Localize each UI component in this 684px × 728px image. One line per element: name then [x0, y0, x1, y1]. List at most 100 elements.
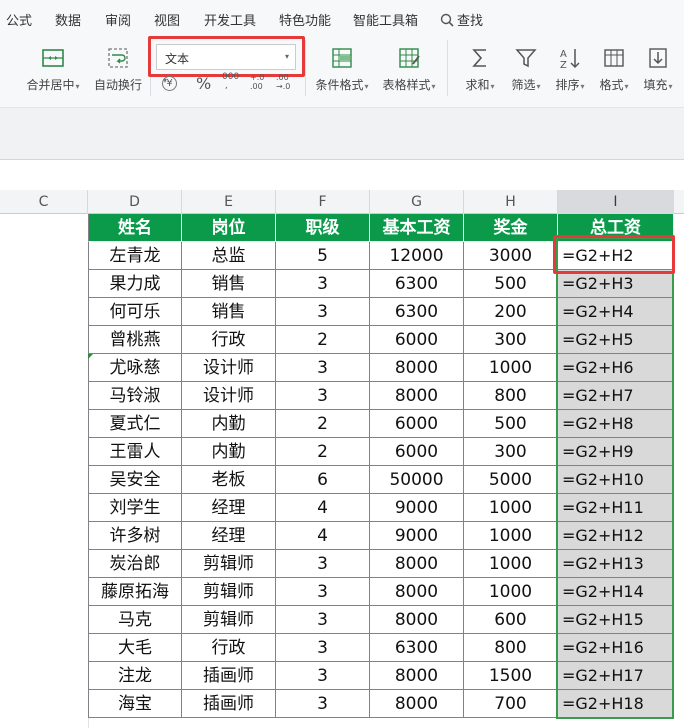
table-cell[interactable]: 4: [276, 522, 370, 550]
table-cell[interactable]: 8000: [370, 382, 464, 410]
table-cell[interactable]: 1500: [464, 662, 558, 690]
table-cell[interactable]: 海宝: [88, 690, 182, 718]
table-cell[interactable]: 马克: [88, 606, 182, 634]
formula-cell[interactable]: =G2+H9: [558, 438, 674, 466]
header-cell[interactable]: 总工资: [558, 214, 674, 242]
column-header-g[interactable]: G: [370, 190, 464, 214]
formula-cell[interactable]: =G2+H17: [558, 662, 674, 690]
header-cell[interactable]: 姓名: [88, 214, 182, 242]
table-cell[interactable]: 300: [464, 326, 558, 354]
table-cell[interactable]: 500: [464, 410, 558, 438]
table-cell[interactable]: 3: [276, 690, 370, 718]
table-cell[interactable]: 6000: [370, 326, 464, 354]
header-cell[interactable]: 职级: [276, 214, 370, 242]
formula-cell[interactable]: =G2+H7: [558, 382, 674, 410]
table-cell[interactable]: 3: [276, 550, 370, 578]
table-cell[interactable]: 插画师: [182, 662, 276, 690]
table-cell[interactable]: 8000: [370, 578, 464, 606]
table-cell[interactable]: 许多树: [88, 522, 182, 550]
formula-cell[interactable]: =G2+H3: [558, 270, 674, 298]
table-cell[interactable]: 500: [464, 270, 558, 298]
conditional-format-button[interactable]: 条件格式▾: [312, 44, 372, 93]
formula-cell[interactable]: =G2+H6: [558, 354, 674, 382]
table-cell[interactable]: 马铃淑: [88, 382, 182, 410]
table-cell[interactable]: 3: [276, 662, 370, 690]
table-cell[interactable]: 注龙: [88, 662, 182, 690]
filter-button[interactable]: 筛选▾: [506, 44, 546, 93]
table-cell[interactable]: 3: [276, 298, 370, 326]
table-cell[interactable]: 6000: [370, 410, 464, 438]
table-cell[interactable]: 3: [276, 382, 370, 410]
table-cell[interactable]: 内勤: [182, 438, 276, 466]
increase-decimal-button[interactable]: +.0 .00: [250, 73, 268, 91]
table-cell[interactable]: 8000: [370, 606, 464, 634]
table-cell[interactable]: 尤咏慈: [88, 354, 182, 382]
table-cell[interactable]: 1000: [464, 522, 558, 550]
table-cell[interactable]: 左青龙: [88, 242, 182, 270]
table-cell[interactable]: 600: [464, 606, 558, 634]
table-cell[interactable]: 2: [276, 410, 370, 438]
table-cell[interactable]: 800: [464, 634, 558, 662]
table-cell[interactable]: 5: [276, 242, 370, 270]
table-cell[interactable]: 6300: [370, 634, 464, 662]
table-cell[interactable]: 300: [464, 438, 558, 466]
header-cell[interactable]: 基本工资: [370, 214, 464, 242]
formula-cell[interactable]: =G2+H14: [558, 578, 674, 606]
table-cell[interactable]: 1000: [464, 354, 558, 382]
table-cell[interactable]: 经理: [182, 522, 276, 550]
table-cell[interactable]: 3: [276, 606, 370, 634]
table-cell[interactable]: 销售: [182, 298, 276, 326]
table-cell[interactable]: 剪辑师: [182, 550, 276, 578]
table-cell[interactable]: 6300: [370, 270, 464, 298]
wrap-text-button[interactable]: 自动换行: [90, 44, 146, 93]
menu-smart-toolbox[interactable]: 智能工具箱: [353, 10, 418, 29]
column-header-d[interactable]: D: [88, 190, 182, 214]
menu-formulas[interactable]: 公式: [6, 10, 32, 29]
menu-review[interactable]: 审阅: [105, 10, 131, 29]
merge-center-button[interactable]: 合并居中▾: [22, 44, 84, 93]
table-cell[interactable]: 8000: [370, 662, 464, 690]
table-cell[interactable]: 经理: [182, 494, 276, 522]
table-cell[interactable]: 50000: [370, 466, 464, 494]
table-cell[interactable]: 夏式仁: [88, 410, 182, 438]
formula-cell[interactable]: =G2+H5: [558, 326, 674, 354]
formula-cell[interactable]: =G2+H8: [558, 410, 674, 438]
table-cell[interactable]: 3: [276, 634, 370, 662]
table-cell[interactable]: 3000: [464, 242, 558, 270]
column-header-e[interactable]: E: [182, 190, 276, 214]
table-style-button[interactable]: 表格样式▾: [378, 44, 440, 93]
table-cell[interactable]: 5000: [464, 466, 558, 494]
table-cell[interactable]: 6000: [370, 438, 464, 466]
formula-cell[interactable]: =G2+H16: [558, 634, 674, 662]
table-cell[interactable]: 吴安全: [88, 466, 182, 494]
formula-cell[interactable]: =G2+H2: [558, 242, 674, 270]
menu-data[interactable]: 数据: [55, 10, 81, 29]
column-header-h[interactable]: H: [464, 190, 558, 214]
formula-cell[interactable]: =G2+H13: [558, 550, 674, 578]
table-cell[interactable]: 炭治郎: [88, 550, 182, 578]
table-cell[interactable]: 6300: [370, 298, 464, 326]
table-cell[interactable]: 1000: [464, 494, 558, 522]
table-cell[interactable]: 8000: [370, 550, 464, 578]
sum-button[interactable]: 求和▾: [460, 44, 500, 93]
menu-search[interactable]: 查找: [440, 10, 483, 29]
sort-button[interactable]: AZ 排序▾: [550, 44, 590, 93]
table-cell[interactable]: 1000: [464, 578, 558, 606]
table-cell[interactable]: 老板: [182, 466, 276, 494]
table-cell[interactable]: 2: [276, 326, 370, 354]
table-cell[interactable]: 王雷人: [88, 438, 182, 466]
menu-view[interactable]: 视图: [154, 10, 180, 29]
table-cell[interactable]: 6: [276, 466, 370, 494]
table-cell[interactable]: 800: [464, 382, 558, 410]
decrease-decimal-button[interactable]: .00 →.0: [276, 73, 296, 91]
table-cell[interactable]: 内勤: [182, 410, 276, 438]
formula-cell[interactable]: =G2+H12: [558, 522, 674, 550]
table-cell[interactable]: 藤原拓海: [88, 578, 182, 606]
header-cell[interactable]: 奖金: [464, 214, 558, 242]
percent-format-button[interactable]: %: [196, 74, 211, 93]
fill-button[interactable]: 填充▾: [638, 44, 678, 93]
header-cell[interactable]: 岗位: [182, 214, 276, 242]
table-cell[interactable]: 2: [276, 438, 370, 466]
table-cell[interactable]: 设计师: [182, 354, 276, 382]
table-cell[interactable]: 3: [276, 270, 370, 298]
